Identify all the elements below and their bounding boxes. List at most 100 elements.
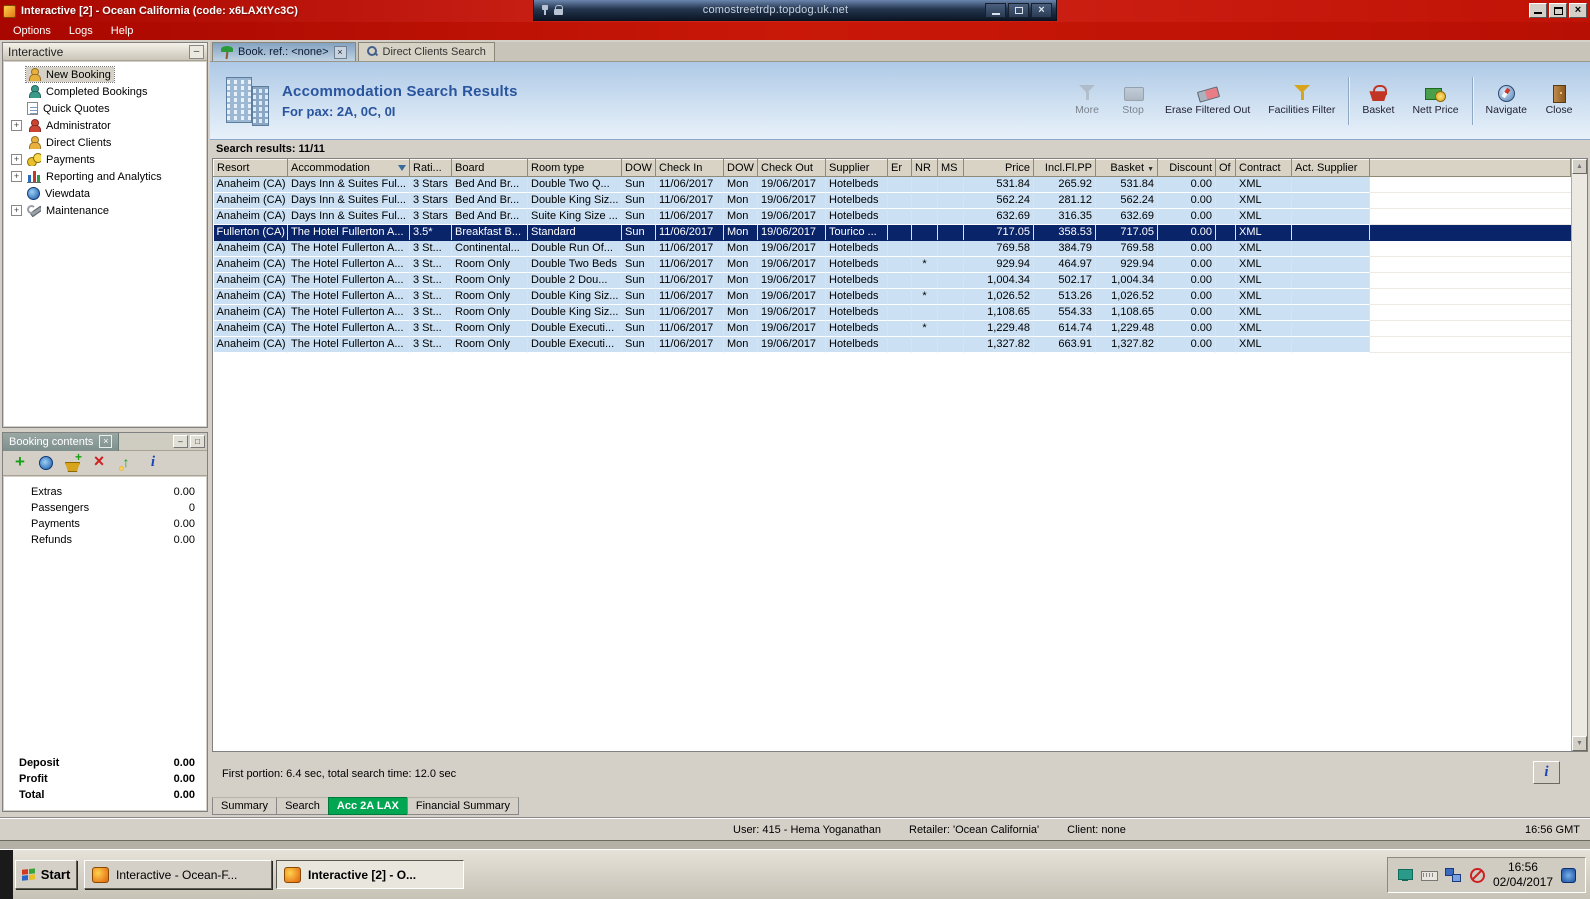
cell-contract[interactable]: XML [1235,176,1292,193]
tab-financial-summary[interactable]: Financial Summary [406,797,520,815]
globe-icon[interactable] [39,456,53,470]
cell-act-supplier[interactable] [1291,240,1370,257]
expand-icon[interactable]: + [11,154,22,165]
cell-discount[interactable]: 0.00 [1157,240,1216,257]
cell-basket[interactable]: 1,327.82 [1095,336,1158,353]
cell-rati[interactable]: 3.5* [409,224,452,241]
cell-board[interactable]: Room Only [451,272,528,289]
cell-dow[interactable]: Sun [621,176,656,193]
cell-dow[interactable]: Sun [621,192,656,209]
cell-er[interactable] [887,240,912,257]
cell-resort[interactable]: Anaheim (CA) [213,304,288,321]
cell-check-in[interactable]: 11/06/2017 [655,304,724,321]
cell-board[interactable]: Continental... [451,240,528,257]
cell-accommodation[interactable]: The Hotel Fullerton A... [287,272,410,289]
cell-act-supplier[interactable] [1291,320,1370,337]
cell-room-type[interactable]: Suite King Size ... [527,208,622,225]
display-icon[interactable] [1397,867,1413,883]
cell-resort[interactable]: Anaheim (CA) [213,208,288,225]
cell-check-out[interactable]: 19/06/2017 [757,288,826,305]
cell-nr[interactable] [911,208,938,225]
cell-dow[interactable]: Sun [621,240,656,257]
cell-of[interactable] [1215,208,1236,225]
info-icon[interactable] [145,455,161,471]
column-header-of[interactable]: Of [1215,159,1236,177]
keyboard-icon[interactable] [1420,867,1438,883]
cell-basket[interactable]: 717.05 [1095,224,1158,241]
rdp-close-button[interactable]: × [1031,2,1052,18]
cell-of[interactable] [1215,224,1236,241]
cell-accommodation[interactable]: Days Inn & Suites Ful... [287,176,410,193]
cell-accommodation[interactable]: Days Inn & Suites Ful... [287,192,410,209]
column-header-room-type[interactable]: Room type [527,159,622,177]
sidebar-item-viewdata[interactable]: Viewdata [4,185,206,202]
cell-room-type[interactable]: Double King Siz... [527,304,622,321]
cell-incl-fl-pp[interactable]: 663.91 [1033,336,1096,353]
close-icon[interactable]: × [99,435,113,448]
cell-basket[interactable]: 531.84 [1095,176,1158,193]
cell-price[interactable]: 1,004.34 [963,272,1034,289]
sidebar-item-administrator[interactable]: + Administrator [4,117,206,134]
cell-of[interactable] [1215,240,1236,257]
cell-room-type[interactable]: Double 2 Dou... [527,272,622,289]
cell-dow[interactable]: Mon [723,288,758,305]
expand-icon[interactable]: + [11,205,22,216]
cell-basket[interactable]: 1,004.34 [1095,272,1158,289]
cell-dow[interactable]: Mon [723,240,758,257]
cell-ms[interactable] [937,304,964,321]
cell-of[interactable] [1215,288,1236,305]
cell-price[interactable]: 1,026.52 [963,288,1034,305]
cell-check-out[interactable]: 19/06/2017 [757,336,826,353]
cell-discount[interactable]: 0.00 [1157,304,1216,321]
cell-basket[interactable]: 929.94 [1095,256,1158,273]
cell-dow[interactable]: Sun [621,304,656,321]
cell-resort[interactable]: Anaheim (CA) [213,176,288,193]
scroll-up-arrow[interactable]: ▲ [1572,159,1587,174]
cell-dow[interactable]: Mon [723,192,758,209]
expand-icon[interactable]: + [11,120,22,131]
cell-er[interactable] [887,304,912,321]
column-header-price[interactable]: Price [963,159,1034,177]
cell-check-out[interactable]: 19/06/2017 [757,224,826,241]
table-row[interactable]: Anaheim (CA) Days Inn & Suites Ful... 3 St… [213,208,1571,225]
vertical-scrollbar[interactable]: ▲ ▼ [1571,159,1587,751]
cell-rati[interactable]: 3 Stars [409,176,452,193]
tab-summary[interactable]: Summary [212,797,278,815]
cell-check-out[interactable]: 19/06/2017 [757,304,826,321]
cell-room-type[interactable]: Double Two Q... [527,176,622,193]
table-row[interactable]: Anaheim (CA) The Hotel Fullerton A... 3 St… [213,336,1571,353]
expand-icon[interactable]: + [11,171,22,182]
cell-contract[interactable]: XML [1235,272,1292,289]
cell-check-out[interactable]: 19/06/2017 [757,208,826,225]
cell-board[interactable]: Bed And Br... [451,208,528,225]
cell-resort[interactable]: Anaheim (CA) [213,240,288,257]
cell-incl-fl-pp[interactable]: 614.74 [1033,320,1096,337]
cell-rati[interactable]: 3 St... [409,304,452,321]
column-header-check-in[interactable]: Check In [655,159,724,177]
cell-rati[interactable]: 3 St... [409,256,452,273]
cell-nr[interactable] [911,272,938,289]
panel-minimize-button[interactable]: – [173,435,188,448]
cell-dow[interactable]: Mon [723,224,758,241]
cell-check-out[interactable]: 19/06/2017 [757,256,826,273]
cell-board[interactable]: Room Only [451,288,528,305]
table-row[interactable]: Anaheim (CA) The Hotel Fullerton A... 3 St… [213,240,1571,257]
cell-board[interactable]: Room Only [451,336,528,353]
cell-er[interactable] [887,320,912,337]
cell-check-out[interactable]: 19/06/2017 [757,320,826,337]
cell-ms[interactable] [937,320,964,337]
cell-accommodation[interactable]: Days Inn & Suites Ful... [287,208,410,225]
cell-board[interactable]: Bed And Br... [451,176,528,193]
tab-direct-clients-search[interactable]: Direct Clients Search [357,42,495,61]
cell-incl-fl-pp[interactable]: 384.79 [1033,240,1096,257]
menu-help[interactable]: Help [102,23,143,39]
nett-price-button[interactable]: Nett Price [1403,80,1467,121]
panel-maximize-button[interactable]: □ [190,435,205,448]
cell-price[interactable]: 1,327.82 [963,336,1034,353]
cell-check-out[interactable]: 19/06/2017 [757,272,826,289]
table-row[interactable]: Anaheim (CA) The Hotel Fullerton A... 3 St… [213,320,1571,337]
cell-supplier[interactable]: Hotelbeds [825,304,888,321]
rdp-restore-button[interactable] [1008,2,1029,18]
cell-rati[interactable]: 3 St... [409,240,452,257]
cell-ms[interactable] [937,240,964,257]
